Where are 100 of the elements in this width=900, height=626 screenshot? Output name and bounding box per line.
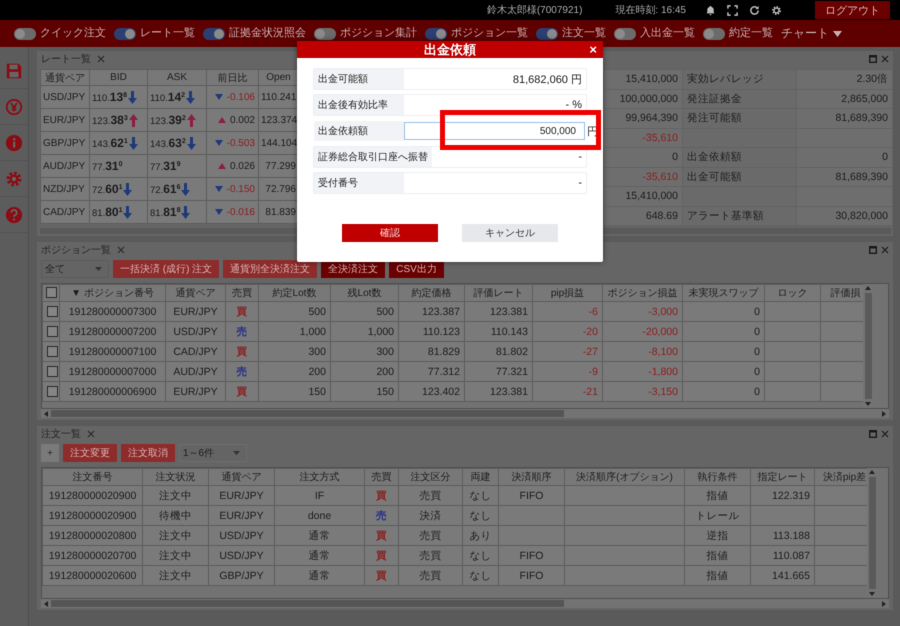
table-cell: 77.312 (398, 362, 464, 382)
close-icon[interactable] (881, 430, 889, 438)
checkbox[interactable] (46, 287, 56, 298)
scroll-right-icon[interactable] (882, 410, 886, 416)
logout-button[interactable]: ログアウト (815, 1, 890, 19)
table-cell: AUD/JPY (40, 154, 90, 178)
table-cell: NZD/JPY (40, 178, 90, 200)
column-header: 残Lot数 (330, 284, 398, 302)
caret-icon (95, 267, 102, 271)
settings-icon[interactable] (771, 4, 782, 16)
toggle-switch[interactable] (203, 28, 225, 40)
toggle-switch[interactable] (14, 28, 36, 40)
field-value: - (578, 177, 582, 189)
table-cell: -6 (532, 302, 602, 322)
column-header: 約定価格 (398, 284, 464, 302)
change-value: -0.503 (226, 138, 255, 148)
price-text: 81.81$^{8}$ (150, 208, 180, 219)
close-button[interactable]: × (587, 42, 599, 57)
table-cell: 123.381 (464, 382, 532, 402)
scrollbar-thumb[interactable] (51, 600, 564, 607)
table-cell: 15,410,000 (604, 70, 682, 89)
refresh-icon[interactable] (749, 4, 760, 16)
toggle-switch[interactable] (114, 28, 136, 40)
scroll-up-icon[interactable] (865, 286, 871, 290)
checkbox[interactable] (47, 366, 58, 378)
caret-icon[interactable] (833, 30, 842, 36)
table-cell: EUR/JPY (166, 382, 226, 402)
toolbar-button[interactable]: 注文取消 (121, 444, 175, 462)
checkbox[interactable] (47, 326, 58, 338)
toggle-label[interactable]: ポジション集計 (340, 26, 417, 38)
scroll-left-icon[interactable] (44, 600, 48, 606)
scroll-up-icon[interactable] (869, 470, 875, 474)
side-text: 買 (376, 490, 387, 502)
column-header: 決済順序(オプション) (564, 468, 684, 486)
table-cell: 通常 (274, 526, 364, 546)
bell-icon[interactable] (705, 4, 716, 16)
maximize-icon[interactable] (869, 430, 877, 438)
column-header: 通貨ペア (40, 70, 90, 86)
maximize-icon[interactable] (869, 246, 877, 254)
close-icon[interactable] (87, 430, 95, 438)
toggle-switch[interactable] (536, 28, 558, 40)
maximize-icon[interactable] (869, 55, 877, 63)
toolbar-button[interactable]: 通貨別全決済注文 (223, 260, 318, 278)
toggle-label[interactable]: 証拠金状況照会 (229, 26, 306, 38)
toggle-label[interactable]: クイック注文 (40, 26, 106, 38)
scroll-right-icon[interactable] (882, 600, 886, 606)
scroll-down-icon[interactable] (869, 592, 875, 596)
scrollbar-thumb[interactable] (51, 410, 564, 417)
amount-input[interactable]: 500,000 (404, 122, 585, 140)
side-text: 売 (236, 366, 248, 378)
price-text: 123.39$^{2}$ (150, 116, 186, 127)
change-value: -0.106 (226, 92, 255, 102)
toggle-label[interactable]: 入出金一覧 (640, 26, 695, 38)
cancel-button[interactable]: キャンセル (462, 224, 558, 242)
checkbox[interactable] (47, 346, 58, 358)
close-icon[interactable] (97, 55, 105, 63)
table-cell: 191280000007200 (60, 322, 166, 342)
close-icon[interactable] (881, 55, 889, 63)
toggle-label[interactable]: レート一覧 (140, 26, 195, 38)
table-cell: CAD/JPY (166, 342, 226, 362)
column-header: 両建 (462, 468, 498, 486)
table-cell: 0 (796, 148, 892, 167)
table-cell: 売買 (398, 546, 462, 566)
toolbar-button[interactable]: 一括決済 (成行) 注文 (113, 260, 220, 278)
table-cell: done (274, 506, 364, 526)
toggle-switch[interactable] (614, 28, 636, 40)
table-cell: 191280000007300 (60, 302, 166, 322)
toggle-switch[interactable] (425, 28, 447, 40)
scrollbar-thumb[interactable] (868, 477, 876, 589)
toggle-switch[interactable] (314, 28, 336, 40)
scrollbar-thumb[interactable] (864, 293, 872, 399)
table-cell: 500 (258, 302, 330, 322)
toggle-label[interactable]: 注文一覧 (562, 26, 606, 38)
toolbar-button[interactable]: 注文変更 (63, 444, 117, 462)
side-text: 買 (376, 530, 387, 542)
table-cell: 注文中 (142, 486, 208, 506)
table-cell: 77.321 (464, 362, 532, 382)
fullscreen-icon[interactable] (727, 4, 738, 16)
checkbox[interactable] (47, 306, 58, 318)
table-cell: 0 (682, 342, 764, 362)
toggle-label[interactable]: 約定一覧 (729, 26, 773, 38)
column-header: 通貨ペア (166, 284, 226, 302)
table-cell: 110.241 (258, 86, 298, 108)
chart-menu[interactable]: チャート (781, 26, 829, 38)
table-cell: 通常 (274, 566, 364, 586)
close-icon[interactable] (881, 246, 889, 254)
table-cell: USD/JPY (166, 322, 226, 342)
scroll-left-icon[interactable] (44, 410, 48, 416)
table-cell: 191280000020900 (42, 486, 142, 506)
table-cell: IF (274, 486, 364, 506)
table-cell: 191280000020900 (42, 506, 142, 526)
toggle-switch[interactable] (703, 28, 725, 40)
add-button[interactable]: + (41, 444, 59, 462)
table-cell: 77.299 (258, 154, 298, 178)
table-cell: トレール (684, 506, 750, 526)
checkbox[interactable] (47, 386, 58, 398)
close-icon[interactable] (117, 246, 125, 254)
toggle-label[interactable]: ポジション一覧 (451, 26, 528, 38)
confirm-button[interactable]: 確認 (342, 224, 438, 242)
column-header: 執行条件 (684, 468, 750, 486)
